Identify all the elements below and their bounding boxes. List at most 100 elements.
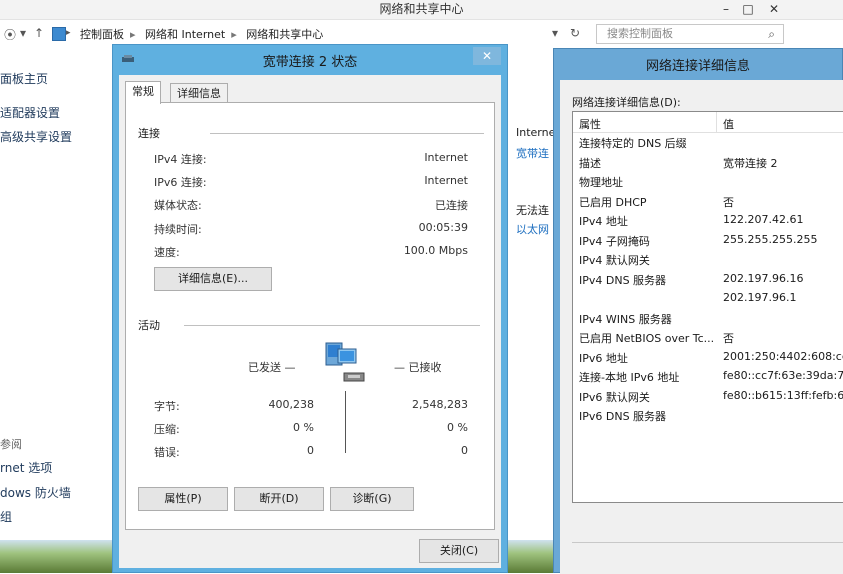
row-property: 物理地址: [579, 176, 623, 189]
group-divider: [210, 133, 484, 134]
status-dialog-body: 常规 详细信息 连接 IPv4 连接: Internet IPv6 连接: In…: [119, 75, 501, 568]
bg-window-titlebar: 网络和共享中心 – □ ✕: [0, 0, 843, 20]
close-dialog-button[interactable]: 关闭(C): [419, 539, 499, 563]
table-row[interactable]: IPv4 DNS 服务器 202.197.96.16: [573, 270, 843, 289]
properties-button[interactable]: 属性(P): [138, 487, 228, 511]
table-row[interactable]: 连接-本地 IPv6 地址 fe80::cc7f:63e:39da:7e: [573, 367, 843, 386]
stat-label-errors: 错误:: [154, 446, 180, 459]
unidentified-label: 无法连: [516, 204, 549, 217]
see-also-internet-options[interactable]: rnet 选项: [0, 459, 52, 476]
refresh-icon[interactable]: ↻: [570, 26, 580, 40]
column-header-value[interactable]: 值: [723, 116, 734, 132]
stat-label-bytes: 字节:: [154, 400, 180, 413]
search-input[interactable]: 搜索控制面板 ⌕: [596, 24, 784, 44]
field-label-ipv6: IPv6 连接:: [154, 176, 207, 189]
row-property: IPv6 默认网关: [579, 390, 650, 404]
row-value: 宽带连接 2: [723, 156, 778, 170]
breadcrumb-item-control-panel[interactable]: 控制面板: [80, 28, 124, 41]
stat-received-bytes: 2,548,283: [412, 398, 468, 411]
row-property: 连接-本地 IPv6 地址: [579, 371, 680, 384]
stat-received-errors: 0: [461, 444, 468, 457]
stat-sent-bytes: 400,238: [268, 398, 315, 411]
table-row[interactable]: IPv4 子网掩码 255.255.255.255: [573, 231, 843, 250]
network-info-strip: Interne 宽带连 无法连 以太网: [510, 48, 558, 548]
row-value: fe80::cc7f:63e:39da:7e: [723, 369, 843, 382]
row-property: 连接特定的 DNS 后缀: [579, 137, 687, 150]
details-dialog-title: 网络连接详细信息: [645, 59, 750, 74]
table-row[interactable]: 连接特定的 DNS 后缀: [573, 133, 843, 152]
row-property: 已启用 DHCP: [579, 195, 647, 209]
row-property: IPv4 DNS 服务器: [579, 273, 667, 287]
details-button[interactable]: 详细信息(E)...: [154, 267, 272, 291]
table-row[interactable]: 描述 宽带连接 2: [573, 153, 843, 172]
group-divider: [184, 325, 480, 326]
details-list-caption: 网络连接详细信息(D):: [572, 96, 681, 109]
close-button[interactable]: ✕: [762, 0, 786, 18]
breadcrumb-item-network-internet[interactable]: 网络和 Internet: [145, 28, 225, 41]
tab-general[interactable]: 常规: [125, 81, 161, 104]
see-also-firewall[interactable]: dows 防火墙: [0, 484, 71, 501]
row-property: IPv4 默认网关: [579, 254, 650, 267]
table-row[interactable]: IPv6 地址 2001:250:4402:608:cc7: [573, 348, 843, 367]
table-row[interactable]: IPv4 地址 122.207.42.61: [573, 211, 843, 230]
row-property: IPv6 DNS 服务器: [579, 410, 667, 423]
column-header-property[interactable]: 属性: [579, 116, 601, 132]
status-dialog: 宽带连接 2 状态 ✕ 常规 详细信息 连接 IPv4 连接: Internet…: [112, 44, 508, 573]
connection-group-label: 连接: [138, 127, 160, 140]
field-value-duration: 00:05:39: [418, 221, 468, 234]
details-list-header: 属性 值: [573, 112, 843, 133]
see-also-homegroup[interactable]: 组: [0, 508, 12, 525]
row-value: 255.255.255.255: [723, 232, 818, 246]
field-value-ipv4: Internet: [424, 151, 468, 164]
stat-label-compression: 压缩:: [154, 423, 180, 436]
nav-link-home[interactable]: 面板主页: [0, 70, 48, 87]
network-activity-icon: [325, 342, 365, 382]
search-icon[interactable]: ⌕: [768, 25, 775, 43]
stat-sent-errors: 0: [307, 444, 314, 457]
details-dialog-body: 网络连接详细信息(D): 属性 值 连接特定的 DNS 后缀描述 宽带连接 2 物理…: [560, 80, 843, 574]
field-value-ipv6: Internet: [424, 174, 468, 187]
breadcrumb: 控制面板 ▸ 网络和 Internet ▸ 网络和共享中心: [80, 28, 324, 41]
row-property: IPv4 子网掩码: [579, 234, 650, 248]
disconnect-button[interactable]: 断开(D): [234, 487, 324, 511]
back-icon[interactable]: ⦿: [4, 26, 16, 43]
history-dropdown-icon[interactable]: ▾: [552, 26, 558, 40]
up-arrow-icon[interactable]: ↑: [34, 26, 44, 40]
activity-group-label: 活动: [138, 319, 160, 332]
sent-label: 已发送 —: [248, 361, 296, 374]
diagnose-button[interactable]: 诊断(G): [330, 487, 414, 511]
breadcrumb-item-sharing-center[interactable]: 网络和共享中心: [246, 28, 323, 41]
nav-link-advanced-sharing[interactable]: 高级共享设置: [0, 128, 72, 145]
table-row[interactable]: IPv6 DNS 服务器: [573, 406, 843, 425]
table-row[interactable]: 已启用 NetBIOS over Tc... 否: [573, 328, 843, 347]
status-dialog-close-button[interactable]: ✕: [473, 47, 501, 65]
table-row[interactable]: 物理地址: [573, 172, 843, 191]
breadcrumb-separator-icon: ▸: [66, 28, 71, 38]
field-label-speed: 速度:: [154, 246, 180, 259]
details-list[interactable]: 属性 值 连接特定的 DNS 后缀 描述 宽带连接 2 物理地址 已启用 DHCP 否 IP…: [572, 111, 843, 503]
table-row[interactable]: IPv6 默认网关 fe80::b615:13ff:fefb:61: [573, 387, 843, 406]
row-property: IPv6 地址: [579, 351, 628, 365]
table-row[interactable]: 202.197.96.1: [573, 289, 843, 308]
field-value-speed: 100.0 Mbps: [403, 244, 468, 257]
field-value-media-state: 已连接: [435, 199, 468, 212]
chevron-down-icon[interactable]: ▾: [20, 26, 26, 40]
network-label: Interne: [516, 126, 556, 139]
ethernet-link[interactable]: 以太网: [516, 221, 549, 237]
status-dialog-titlebar[interactable]: 宽带连接 2 状态 ✕: [113, 45, 507, 75]
general-tab-panel: 连接 IPv4 连接: Internet IPv6 连接: Internet 媒…: [125, 102, 495, 530]
see-also-heading: 参阅: [0, 438, 22, 451]
activity-divider: [345, 391, 346, 453]
minimize-button[interactable]: –: [714, 0, 738, 18]
column-divider[interactable]: [716, 112, 717, 132]
row-value: 2001:250:4402:608:cc7: [723, 349, 843, 363]
maximize-button[interactable]: □: [736, 0, 760, 18]
table-row[interactable]: IPv4 默认网关: [573, 250, 843, 269]
row-property: 已启用 NetBIOS over Tc...: [579, 332, 715, 345]
broadband-link[interactable]: 宽带连: [516, 145, 549, 161]
table-row[interactable]: IPv4 WINS 服务器: [573, 309, 843, 328]
table-row[interactable]: 已启用 DHCP 否: [573, 192, 843, 211]
field-label-ipv4: IPv4 连接:: [154, 153, 207, 166]
nav-link-adapter-settings[interactable]: 适配器设置: [0, 104, 60, 121]
stat-sent-compression: 0 %: [293, 421, 314, 434]
